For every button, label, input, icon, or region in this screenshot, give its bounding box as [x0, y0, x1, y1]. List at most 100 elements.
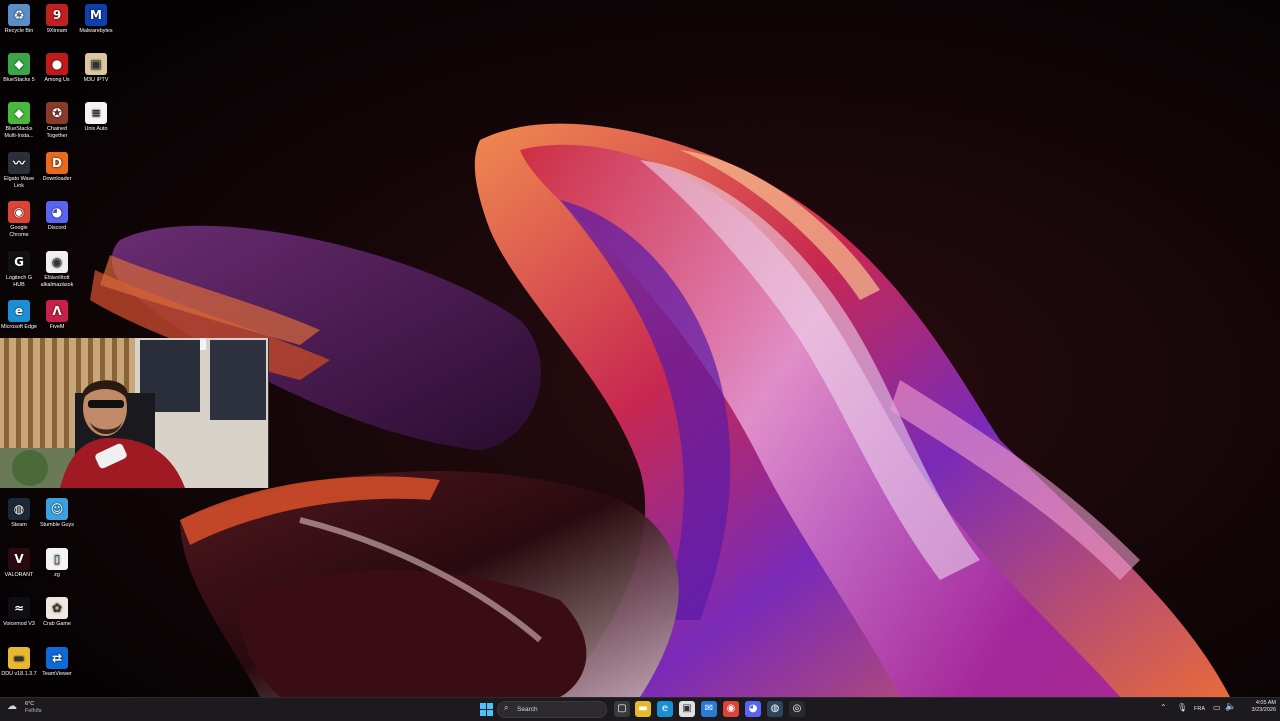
discord-icon: ◕ — [46, 201, 68, 223]
steam-icon: ◍ — [8, 498, 30, 520]
desktop-icon[interactable]: ≈ Voicemod V3 — [0, 597, 38, 628]
weather-widget[interactable]: ☁ 6°C Felhős — [4, 700, 54, 718]
teamviewer-icon: ⇄ — [46, 647, 68, 669]
task-view-icon[interactable]: ▢ — [614, 701, 630, 717]
desktop-icon[interactable]: ▬ DDU v18.1.3.7 — [0, 647, 38, 678]
bluestacks-icon: ◆ — [8, 53, 30, 75]
taskbar-search-box[interactable]: ⌕ Search — [497, 701, 607, 718]
removed-apps-icon: ◉ — [46, 251, 68, 273]
desktop-icon-label: 9Xtream — [46, 28, 68, 34]
volume-icon[interactable]: 🔈 — [1225, 702, 1236, 712]
desktop-icon[interactable]: ♻ Recycle Bin — [0, 4, 38, 35]
weather-condition: Felhős — [25, 708, 42, 714]
desktop-icon-label: VALORANT — [4, 572, 34, 578]
m3u-iptv-icon: ▣ — [85, 53, 107, 75]
edge-icon: e — [8, 300, 30, 322]
desktop-icon[interactable]: G Logitech G HUB — [0, 251, 38, 288]
desktop-icon-label: zg — [54, 572, 60, 578]
taskbar: ☁ 6°C Felhős ⌕ Search ▢ ▬ e ▣ ✉ ◉ ◕ ◍ ◎ ⌃ 🎙 FRA … — [0, 697, 1280, 721]
microsoft-store-icon[interactable]: ▣ — [679, 701, 695, 717]
desktop-icon-label: Downloader — [42, 176, 72, 182]
desktop-icon[interactable]: ● Among Us — [38, 53, 76, 84]
system-clock[interactable]: 4:05 AM 3/23/2026 — [1238, 700, 1276, 718]
desktop-icon[interactable]: ◉ Google Chrome — [0, 201, 38, 238]
desktop-icon-label: Voicemod V3 — [3, 621, 35, 627]
9xtream-icon: 9 — [46, 4, 68, 26]
windows-logo-icon — [480, 703, 494, 716]
microphone-icon[interactable]: 🎙 — [1177, 703, 1187, 712]
steam-taskbar-icon[interactable]: ◍ — [767, 701, 783, 717]
desktop-icon[interactable]: ◍ Steam — [0, 498, 38, 529]
desktop-icon[interactable]: ≡ Unix Auto — [77, 102, 115, 133]
desktop-icon[interactable]: ⇄ TeamViewer — [38, 647, 76, 678]
recycle-bin-icon: ♻ — [8, 4, 30, 26]
start-button[interactable] — [478, 701, 494, 717]
chained-together-icon: ✪ — [46, 102, 68, 124]
chrome-taskbar-icon[interactable]: ◉ — [723, 701, 739, 717]
clock-date: 3/23/2026 — [1251, 707, 1276, 713]
elgato-wave-icon: 〰 — [8, 152, 30, 174]
webcam-feed-image — [0, 338, 268, 488]
desktop-icon-label: Stumble Guys — [40, 522, 74, 528]
desktop-icon-label: Microsoft Edge — [1, 324, 37, 330]
desktop-icon-label: Eltávolított alkalmazások — [40, 275, 74, 288]
desktop-icon[interactable]: ✪ Chained Together — [38, 102, 76, 139]
desktop-icon-label: Chained Together — [46, 126, 68, 139]
desktop-icon[interactable]: ◆ BlueStacks 5 — [0, 53, 38, 84]
show-hidden-icons-chevron-icon[interactable]: ⌃ — [1160, 703, 1167, 712]
desktop-icon[interactable]: ◆ BlueStacks Multi-Insta... — [0, 102, 38, 139]
desktop-icon-label: BlueStacks 5 — [3, 77, 35, 83]
webcam-overlay — [0, 338, 269, 488]
desktop-icon[interactable]: ▣ M3U IPTV — [77, 53, 115, 84]
desktop-icon-label: FiveM — [49, 324, 65, 330]
desktop-icon[interactable]: D Downloader — [38, 152, 76, 183]
desktop-icon[interactable]: 9 9Xtream — [38, 4, 76, 35]
fivem-icon: Λ — [46, 300, 68, 322]
file-explorer-icon[interactable]: ▬ — [635, 701, 651, 717]
language-indicator[interactable]: FRA — [1194, 706, 1205, 713]
edge-taskbar-icon[interactable]: e — [657, 701, 673, 717]
obs-taskbar-icon[interactable]: ◎ — [789, 701, 805, 717]
logitech-ghub-icon: G — [8, 251, 30, 273]
desktop-icon-label: Recycle Bin — [4, 28, 34, 34]
search-icon: ⌕ — [504, 703, 509, 712]
downloader-icon: D — [46, 152, 68, 174]
desktop-icon-label: Among Us — [44, 77, 70, 83]
ddu-folder-icon: ▬ — [8, 647, 30, 669]
desktop-icon[interactable]: e Microsoft Edge — [0, 300, 38, 331]
desktop-icon-label: Logitech G HUB — [5, 275, 33, 288]
chrome-icon: ◉ — [8, 201, 30, 223]
stumble-guys-icon: ☺ — [46, 498, 68, 520]
desktop-icon-label: M3U IPTV — [83, 77, 109, 83]
bluestacks-multi-icon: ◆ — [8, 102, 30, 124]
desktop-icon-label: TeamViewer — [42, 671, 72, 677]
desktop-icon[interactable]: ▯ zg — [38, 548, 76, 579]
desktop-icon[interactable]: ✿ Crab Game — [38, 597, 76, 628]
among-us-icon: ● — [46, 53, 68, 75]
cloud-icon: ☁ — [7, 701, 17, 712]
desktop-icon[interactable]: 〰 Elgato Wave Link — [0, 152, 38, 189]
valorant-icon: V — [8, 548, 30, 570]
file-icon: ▯ — [46, 548, 68, 570]
desktop-icon-label: Elgato Wave Link — [3, 176, 35, 189]
network-icon[interactable]: ▭ — [1213, 703, 1221, 712]
desktop-icon[interactable]: M Malwarebytes — [77, 4, 115, 35]
desktop-icon[interactable]: V VALORANT — [0, 548, 38, 579]
desktop-icon-label: BlueStacks Multi-Insta... — [4, 126, 34, 139]
desktop-icon-label: Steam — [11, 522, 27, 528]
desktop-icon[interactable]: Λ FiveM — [38, 300, 76, 331]
voicemod-icon: ≈ — [8, 597, 30, 619]
desktop-icon-label: Discord — [47, 225, 67, 231]
desktop-icon-label: DDU v18.1.3.7 — [1, 671, 37, 677]
desktop-icon-label: Crab Game — [43, 621, 71, 627]
discord-taskbar-icon[interactable]: ◕ — [745, 701, 761, 717]
crab-game-icon: ✿ — [46, 597, 68, 619]
desktop-icon[interactable]: ◕ Discord — [38, 201, 76, 232]
weather-temp: 6°C — [25, 701, 35, 707]
malwarebytes-icon: M — [85, 4, 107, 26]
desktop-icon[interactable]: ☺ Stumble Guys — [38, 498, 76, 529]
desktop-icon-label: Malwarebytes — [79, 28, 113, 34]
desktop-icon[interactable]: ◉ Eltávolított alkalmazások — [38, 251, 76, 288]
outlook-icon[interactable]: ✉ — [701, 701, 717, 717]
clock-time: 4:05 AM — [1255, 700, 1276, 706]
